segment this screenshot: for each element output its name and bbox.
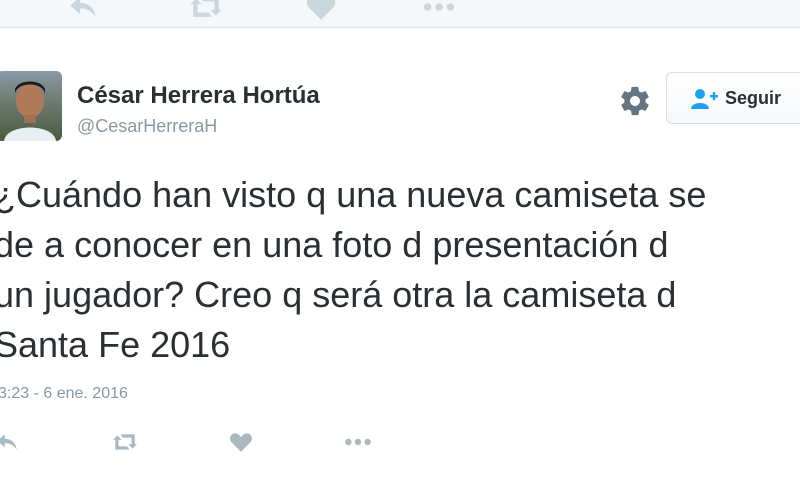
avatar[interactable] bbox=[0, 71, 62, 141]
tweet-text-line: ¿Cuándo han visto q una nueva camiseta s… bbox=[0, 174, 707, 215]
previous-tweet-actions-strip bbox=[0, 0, 800, 28]
reply-icon[interactable] bbox=[0, 429, 20, 455]
like-icon[interactable] bbox=[228, 429, 254, 455]
gear-icon[interactable] bbox=[618, 84, 652, 118]
follow-button[interactable]: Seguir bbox=[666, 72, 800, 124]
tweet-card: César Herrera Hortúa @CesarHerreraH Segu… bbox=[0, 29, 800, 503]
retweet-icon[interactable] bbox=[188, 0, 224, 24]
more-icon[interactable] bbox=[420, 0, 458, 24]
tweet-text: ¿Cuándo han visto q una nueva camiseta s… bbox=[0, 170, 794, 370]
like-icon[interactable] bbox=[304, 0, 338, 24]
tweet-timestamp[interactable]: 3:23 - 6 ene. 2016 bbox=[0, 385, 128, 403]
tweet-text-line: de a conocer en una foto d presentación … bbox=[0, 224, 669, 265]
more-icon[interactable] bbox=[342, 429, 374, 455]
tweet-text-line: Santa Fe 2016 bbox=[0, 324, 231, 365]
reply-icon[interactable] bbox=[66, 0, 100, 24]
retweet-icon[interactable] bbox=[109, 429, 141, 455]
author-name[interactable]: César Herrera Hortúa bbox=[77, 82, 320, 110]
tweet-text-line: un jugador? Creo q será otra la camiseta… bbox=[0, 274, 677, 315]
follow-person-icon bbox=[691, 89, 718, 109]
author-handle[interactable]: @CesarHerreraH bbox=[77, 116, 217, 137]
follow-button-label: Seguir bbox=[725, 88, 782, 108]
